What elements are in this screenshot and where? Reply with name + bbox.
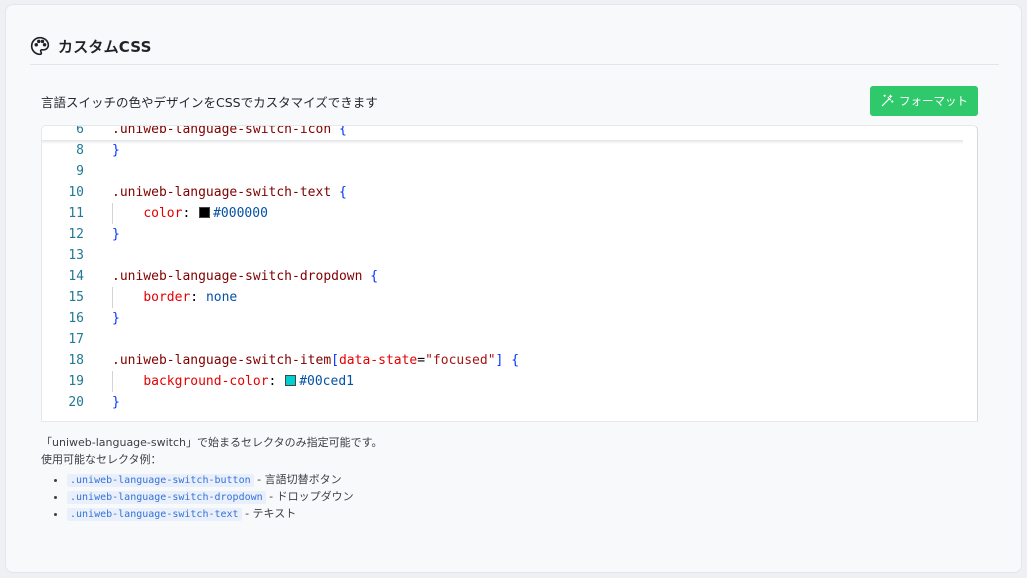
code-content: }	[84, 392, 120, 413]
code-lines: 6 .uniweb-language-switch-icon {8} 9 10 .uni…	[42, 125, 977, 413]
editor-scroll-shadow	[42, 140, 963, 144]
code-token: }	[112, 227, 120, 242]
code-token: color	[143, 206, 183, 221]
code-token: {	[511, 353, 520, 368]
code-token: :	[190, 290, 206, 305]
code-token: none	[205, 290, 238, 305]
code-line[interactable]: 11 color: #000000	[42, 203, 977, 224]
code-token: .uniweb-language-switch-icon	[112, 125, 339, 137]
line-number: 16	[68, 311, 84, 326]
code-line[interactable]: 14 .uniweb-language-switch-dropdown {	[42, 266, 977, 287]
code-token: }	[112, 395, 120, 410]
code-line[interactable]: 17	[42, 329, 977, 350]
code-token: .uniweb-language-switch-text	[112, 185, 339, 200]
code-token: .uniweb-language-switch-item	[112, 353, 332, 368]
code-line[interactable]: 15 border: none	[42, 287, 977, 308]
code-content: .uniweb-language-switch-item[data-state=…	[84, 350, 519, 371]
code-line[interactable]: 19 background-color: #00ced1	[42, 371, 977, 392]
card-title: カスタムCSS	[58, 37, 152, 56]
selector-example-item: .uniweb-language-switch-text - テキスト	[67, 506, 382, 523]
help-note: 「uniweb-language-switch」で始まるセレクタのみ指定可能です…	[41, 436, 383, 449]
code-line[interactable]: 9	[42, 161, 977, 182]
code-token: #000000	[213, 206, 268, 221]
line-number: 6	[76, 125, 84, 137]
line-number: 9	[76, 164, 84, 179]
code-content: background-color: #00ced1	[84, 371, 354, 392]
code-content	[84, 329, 112, 350]
code-token: border	[143, 290, 191, 305]
selector-code: .uniweb-language-switch-button	[67, 474, 254, 487]
code-token: }	[112, 143, 120, 158]
indent-guide	[112, 287, 113, 308]
selector-code: .uniweb-language-switch-dropdown	[67, 491, 266, 504]
code-content: .uniweb-language-switch-dropdown {	[84, 266, 378, 287]
code-token: #00ced1	[299, 374, 354, 389]
code-token: :	[268, 374, 285, 389]
code-token: {	[338, 185, 347, 200]
line-number: 11	[68, 206, 84, 221]
format-button-label: フォーマット	[899, 94, 968, 108]
indent-guide	[112, 371, 113, 392]
selector-example-list: .uniweb-language-switch-button - 言語切替ボタン…	[41, 472, 382, 523]
code-content: border: none	[84, 287, 237, 308]
code-content	[84, 245, 112, 266]
code-line[interactable]: 12}	[42, 224, 977, 245]
code-token: data-state	[338, 353, 418, 368]
code-token: {	[338, 125, 347, 137]
format-button[interactable]: フォーマット	[870, 86, 978, 116]
code-line[interactable]: 18 .uniweb-language-switch-item[data-stat…	[42, 350, 977, 371]
css-code-editor[interactable]: 6 .uniweb-language-switch-icon {8} 9 10 .uni…	[41, 125, 978, 422]
code-content: }	[84, 224, 120, 245]
indent-guide	[112, 203, 113, 224]
line-number: 18	[68, 353, 84, 368]
magic-wand-icon	[880, 94, 894, 108]
selector-example-item: .uniweb-language-switch-dropdown - ドロップダ…	[67, 489, 382, 506]
code-line[interactable]: 6 .uniweb-language-switch-icon {	[42, 125, 977, 140]
description-text: 言語スイッチの色やデザインをCSSでカスタマイズできます	[41, 95, 378, 110]
selector-code: .uniweb-language-switch-text	[67, 508, 242, 521]
code-line[interactable]: 16}	[42, 308, 977, 329]
selector-example-item: .uniweb-language-switch-button - 言語切替ボタン	[67, 472, 382, 489]
selector-desc: - ドロップダウン	[265, 490, 354, 503]
code-token: background-color	[143, 374, 269, 389]
color-swatch[interactable]	[285, 375, 297, 386]
card-header: カスタムCSS	[30, 28, 152, 64]
code-content: color: #000000	[84, 203, 268, 224]
line-number: 12	[68, 227, 84, 242]
selector-desc: - テキスト	[241, 507, 297, 520]
code-content: .uniweb-language-switch-text {	[84, 182, 347, 203]
code-line[interactable]: 20}	[42, 392, 977, 413]
code-token: :	[182, 206, 199, 221]
line-number: 14	[68, 269, 84, 284]
code-content	[84, 161, 112, 182]
code-line[interactable]: 10 .uniweb-language-switch-text {	[42, 182, 977, 203]
code-token: "focused"	[425, 353, 496, 368]
line-number: 19	[68, 374, 84, 389]
selector-desc: - 言語切替ボタン	[253, 473, 342, 486]
line-number: 15	[68, 290, 84, 305]
code-token: .uniweb-language-switch-dropdown	[112, 269, 371, 284]
code-token: =	[417, 353, 426, 368]
code-token: [	[331, 353, 339, 368]
palette-icon	[30, 36, 50, 56]
code-content: .uniweb-language-switch-icon {	[84, 125, 347, 140]
code-token: }	[112, 311, 120, 326]
code-token: {	[370, 269, 379, 284]
line-number: 13	[68, 248, 84, 263]
code-content: }	[84, 308, 120, 329]
line-number: 20	[68, 395, 84, 410]
line-number: 17	[68, 332, 84, 347]
help-examples-heading: 使用可能なセレクタ例：	[41, 453, 162, 466]
line-number: 10	[68, 185, 84, 200]
header-divider	[30, 64, 999, 65]
selector-help: 「uniweb-language-switch」で始まるセレクタのみ指定可能です…	[41, 434, 382, 523]
color-swatch[interactable]	[199, 207, 211, 218]
code-line[interactable]: 13	[42, 245, 977, 266]
